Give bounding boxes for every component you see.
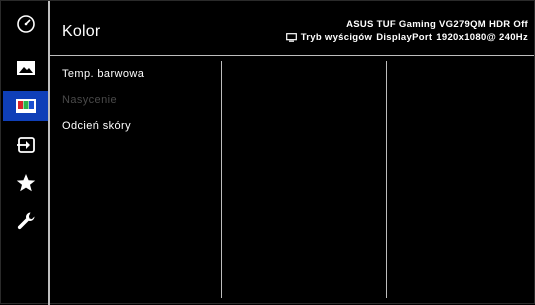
sidebar <box>3 3 48 303</box>
osd-panel: Kolor ASUS TUF Gaming VG279QM HDR Off Tr… <box>0 0 535 305</box>
wrench-icon <box>17 212 34 230</box>
sidebar-item-speedometer[interactable] <box>3 9 48 39</box>
input-source-text: DisplayPort <box>376 32 433 43</box>
menu-item-skin-tone[interactable]: Odcień skóry <box>62 118 144 144</box>
gauge-icon <box>16 15 35 33</box>
sidebar-divider <box>48 1 50 305</box>
page-title: Kolor <box>62 23 101 40</box>
image-icon <box>16 61 35 75</box>
menu-item-color-temp[interactable]: Temp. barwowa <box>62 66 144 92</box>
sidebar-item-favorites[interactable] <box>3 168 48 198</box>
input-icon <box>16 137 35 153</box>
color-bars-icon <box>15 99 36 113</box>
column-divider-2 <box>386 61 387 298</box>
resolution-text: 1920x1080@ 240Hz <box>436 32 528 43</box>
game-mode-text: Tryb wyścigów <box>300 32 373 43</box>
column-divider-1 <box>221 61 222 298</box>
star-icon <box>16 174 35 192</box>
sidebar-item-input[interactable] <box>3 130 48 160</box>
sidebar-item-color[interactable] <box>3 91 48 121</box>
color-menu: Temp. barwowa Nasycenie Odcień skóry <box>62 66 144 144</box>
menu-item-saturation: Nasycenie <box>62 94 117 106</box>
sidebar-item-image[interactable] <box>3 53 48 83</box>
monitor-icon <box>285 33 297 42</box>
sidebar-item-settings[interactable] <box>3 206 48 236</box>
status-line: Tryb wyścigów DisplayPort 1920x1080@ 240… <box>285 32 528 43</box>
model-info: ASUS TUF Gaming VG279QM HDR Off <box>346 19 528 30</box>
header-divider <box>50 55 534 56</box>
